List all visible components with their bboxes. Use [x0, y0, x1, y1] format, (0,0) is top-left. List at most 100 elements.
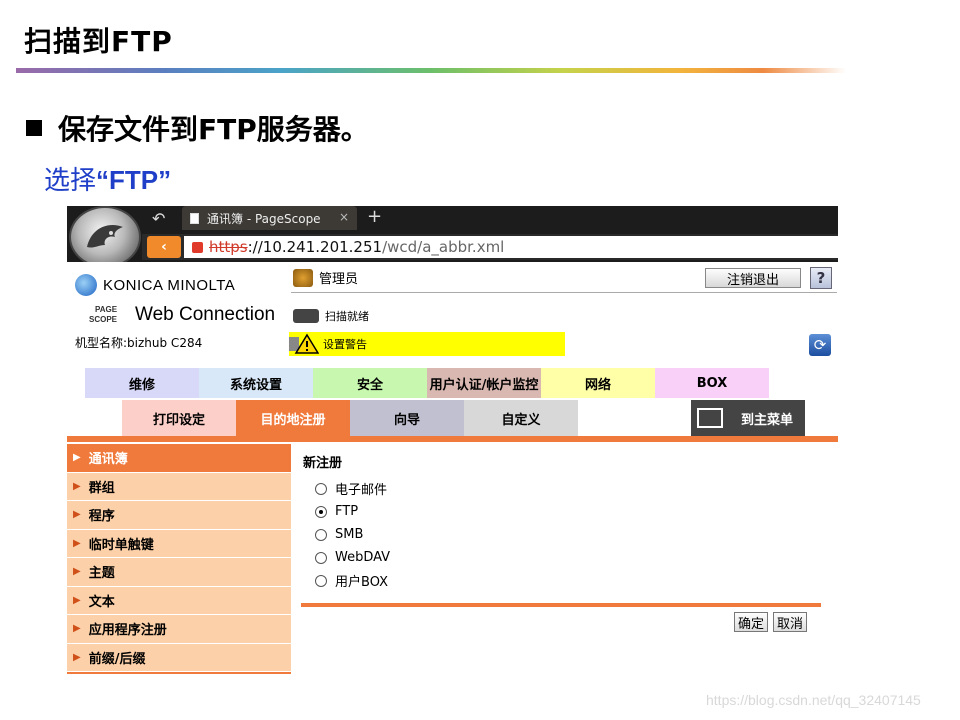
- warning-banner[interactable]: 设置警告: [289, 332, 565, 356]
- sidebar-item-label: 程序: [88, 509, 115, 525]
- radio-option[interactable]: WebDAV: [303, 546, 390, 569]
- scan-status: 扫描就绪: [293, 308, 369, 324]
- sidebar-item[interactable]: ▶ 群组: [67, 472, 291, 501]
- pagescope-mark-top: PAGE: [95, 305, 118, 314]
- help-button[interactable]: ?: [810, 267, 832, 289]
- radio-button[interactable]: [315, 482, 327, 495]
- sidebar-item-label: 群组: [88, 480, 115, 496]
- browser-tab[interactable]: 通讯簿 - PageScope ×: [182, 206, 357, 230]
- url-scheme: https: [209, 238, 248, 256]
- main-tab[interactable]: 网络: [541, 368, 655, 398]
- admin-text: 管理员: [319, 272, 359, 287]
- url-path: /wcd/a_abbr.xml: [382, 238, 505, 256]
- triangle-icon: ▶: [73, 651, 81, 663]
- bullet-square-icon: [26, 120, 42, 136]
- triangle-icon: ▶: [73, 480, 81, 492]
- radio-button[interactable]: [315, 528, 327, 541]
- tab-title: 通讯簿 - PageScope: [207, 211, 321, 226]
- triangle-icon: ▶: [73, 594, 81, 606]
- main-tab[interactable]: 安全: [313, 368, 427, 398]
- sidebar-item-label: 主题: [88, 566, 115, 582]
- main-tab[interactable]: 系统设置: [199, 368, 313, 398]
- back-button[interactable]: ‹: [147, 236, 181, 258]
- pagescope-mark-icon: PAGE SCOPE: [75, 304, 131, 326]
- cancel-button[interactable]: 取消: [773, 612, 808, 632]
- sub-tab[interactable]: 向导: [350, 400, 464, 436]
- radio-button[interactable]: [315, 574, 327, 587]
- sub-prefix: 选择: [44, 166, 97, 196]
- radio-label: SMB: [335, 527, 364, 542]
- bullet-point: 保存文件到FTP服务器。: [26, 108, 369, 148]
- web-page: KONICA MINOLTA PAGE SCOPE Web Connection …: [67, 262, 838, 676]
- sidebar-bottom-line: [67, 672, 291, 674]
- history-back-icon[interactable]: ↶: [152, 209, 165, 228]
- radio-label: WebDAV: [335, 550, 391, 565]
- sub-bold: “FTP”: [96, 165, 172, 195]
- sidebar-item[interactable]: ▶ 程序: [67, 501, 291, 530]
- main-tab[interactable]: 用户认证/帐户监控: [427, 368, 541, 398]
- sidebar-item[interactable]: ▶ 通讯簿: [67, 444, 291, 473]
- sub-instruction: 选择“FTP”: [44, 160, 171, 197]
- sub-tab[interactable]: 打印设定: [122, 400, 236, 436]
- triangle-icon: ▶: [73, 537, 81, 549]
- content-panel: 新注册 电子邮件 FTP SMB WebDAV 用户BOX: [303, 452, 390, 592]
- scanner-icon: [293, 309, 319, 323]
- radio-label: 用户BOX: [335, 575, 388, 590]
- konica-minolta-logo: KONICA MINOLTA: [75, 274, 235, 296]
- admin-icon: [293, 268, 313, 287]
- slide-title: 扫描到FTP: [24, 25, 173, 58]
- home-menu-button[interactable]: 到主菜单: [691, 400, 805, 436]
- menu-icon: [697, 408, 723, 428]
- globe-icon: [75, 274, 97, 296]
- address-bar[interactable]: https://10.241.201.251/wcd/a_abbr.xml: [184, 236, 838, 258]
- ok-button[interactable]: 确定: [734, 612, 769, 632]
- pagescope-mark-bottom: SCOPE: [89, 315, 118, 324]
- sidebar-item[interactable]: ▶ 主题: [67, 558, 291, 587]
- radio-label: FTP: [335, 504, 359, 519]
- tab-underline: [67, 436, 838, 442]
- content-bottom-bar: [301, 603, 821, 607]
- radio-option[interactable]: FTP: [303, 500, 390, 523]
- main-tab[interactable]: BOX: [655, 368, 769, 398]
- radio-label: 电子邮件: [335, 483, 388, 498]
- sidebar-item[interactable]: ▶ 前缀/后缀: [67, 643, 291, 672]
- triangle-icon: ▶: [73, 566, 81, 578]
- sub-tab[interactable]: 目的地注册: [236, 400, 350, 436]
- sidebar-item[interactable]: ▶ 应用程序注册: [67, 615, 291, 644]
- sub-tab[interactable]: 自定义: [464, 400, 578, 436]
- bullet-text: 保存文件到FTP服务器。: [58, 113, 369, 146]
- sub-tabs: 打印设定 目的地注册 向导 自定义: [122, 400, 578, 436]
- triangle-icon: ▶: [73, 452, 81, 464]
- radio-option[interactable]: 用户BOX: [303, 569, 390, 592]
- radio-option[interactable]: 电子邮件: [303, 477, 390, 500]
- new-tab-icon[interactable]: +: [367, 206, 382, 227]
- radio-button[interactable]: [315, 505, 327, 518]
- watermark: https://blog.csdn.net/qq_32407145: [706, 692, 921, 708]
- tab-close-icon[interactable]: ×: [339, 210, 349, 224]
- sidebar-item-label: 临时单触键: [88, 537, 154, 553]
- sidebar: ▶ 通讯簿 ▶ 群组 ▶ 程序 ▶ 临时单触键 ▶ 主题 ▶ 文本 ▶ 应用程序注册 ▶ 前缀/后缀: [67, 444, 291, 674]
- sidebar-item-label: 通讯簿: [88, 452, 128, 468]
- refresh-icon[interactable]: ⟳: [809, 334, 831, 356]
- main-tabs: 维修 系统设置 安全 用户认证/帐户监控 网络 BOX: [85, 368, 769, 398]
- triangle-icon: ▶: [73, 509, 81, 521]
- triangle-icon: ▶: [73, 623, 81, 635]
- lock-icon: [192, 241, 203, 253]
- browser-logo-icon: [69, 206, 141, 268]
- sidebar-item[interactable]: ▶ 文本: [67, 586, 291, 615]
- main-tab[interactable]: 维修: [85, 368, 199, 398]
- model-name: 机型名称:bizhub C284: [75, 336, 203, 350]
- option-list: 电子邮件 FTP SMB WebDAV 用户BOX: [303, 477, 390, 592]
- logout-button[interactable]: 注销退出: [705, 268, 801, 288]
- browser-screenshot: ↶ 通讯簿 - PageScope × + ‹ https://10.241.2…: [67, 206, 838, 676]
- brand-text: KONICA MINOLTA: [103, 276, 236, 294]
- admin-label: 管理员: [293, 268, 358, 287]
- warning-icon: [289, 333, 320, 355]
- radio-button[interactable]: [315, 551, 327, 564]
- sidebar-item-label: 前缀/后缀: [88, 651, 146, 667]
- new-registration-heading: 新注册: [303, 456, 343, 471]
- sidebar-item[interactable]: ▶ 临时单触键: [67, 529, 291, 558]
- radio-option[interactable]: SMB: [303, 523, 390, 546]
- pagescope-logo: PAGE SCOPE Web Connection: [75, 304, 275, 326]
- page-icon: [190, 212, 199, 224]
